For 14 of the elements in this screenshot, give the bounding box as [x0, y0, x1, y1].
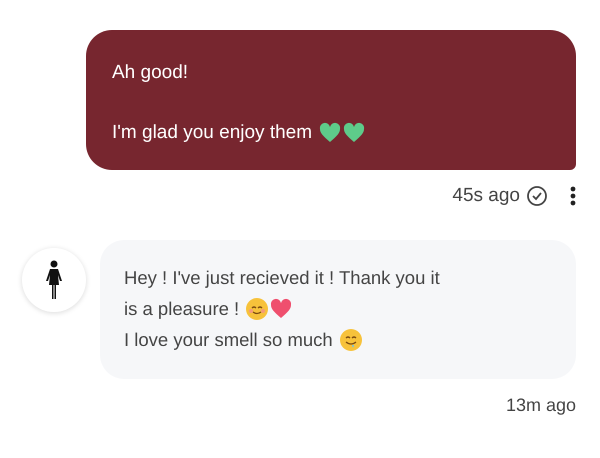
heart-icon — [318, 121, 342, 145]
message-text: I love your smell so much — [124, 328, 333, 352]
more-icon[interactable] — [570, 186, 576, 206]
message-text: is a pleasure ! — [124, 297, 240, 321]
drooling-face-icon — [338, 328, 363, 352]
message-text: Hey ! I've just recieved it ! Thank you it — [124, 266, 440, 290]
message-time: 45s ago — [452, 185, 520, 207]
heart-icon — [269, 296, 294, 320]
smiling-face-icon — [245, 296, 270, 320]
heart-icon — [342, 121, 366, 145]
person-icon — [45, 260, 63, 300]
message-text: Ah good! — [112, 61, 188, 85]
message-time: 13m ago — [506, 395, 576, 415]
message-text: I'm glad you enjoy them — [112, 121, 312, 145]
